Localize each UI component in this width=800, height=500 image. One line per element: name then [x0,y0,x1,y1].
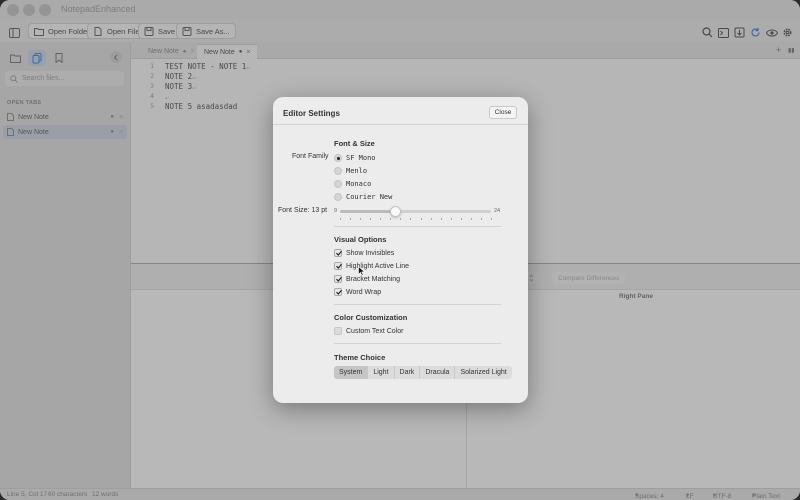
checkbox-checked[interactable] [334,288,342,296]
radio[interactable] [334,180,342,188]
divider [334,226,501,227]
checkmark-icon [336,250,342,256]
slider-fill [340,210,396,213]
font-option-label: Courier New [346,193,393,201]
mouse-cursor-icon [358,266,365,276]
word-wrap-checkbox[interactable]: Word Wrap [334,287,381,297]
slider-tick [360,218,362,220]
slider-tick [450,218,452,220]
slider-tick [480,218,482,220]
slider-tick [340,218,341,220]
font-option-label: Menlo [346,167,368,175]
show-invisibles-checkbox[interactable]: Show Invisibles [334,248,394,258]
slider-tick [420,218,422,220]
font-size-section-title: Font & Size [334,139,375,148]
radio[interactable] [334,193,342,201]
checkbox-checked[interactable] [334,275,342,283]
font-option-label: Monaco [346,180,372,188]
dialog-title: Editor Settings [283,109,340,118]
checkmark-icon [336,289,342,295]
font-size-label: Font Size: 13 pt [278,207,328,214]
theme-option-solarized-light[interactable]: Solarized Light [455,366,511,379]
radio-selected[interactable] [334,154,342,162]
slider-tick [460,218,462,220]
checkbox-label: Bracket Matching [346,275,401,283]
visual-options-section-title: Visual Options [334,235,387,244]
checkbox-label: Word Wrap [346,288,382,296]
color-customization-section-title: Color Customization [334,313,408,322]
checkbox-label: Show Invisibles [346,249,395,257]
font-size-slider[interactable] [340,206,492,220]
slider-tick [430,218,432,220]
font-option-monaco[interactable]: Monaco [334,179,371,189]
slider-tick [440,218,442,220]
font-option-label: SF Mono [346,154,376,162]
font-family-label: Font Family [292,153,329,160]
font-option-sf-mono[interactable]: SF Mono [334,153,376,163]
slider-tick [380,218,382,220]
slider-min-label: 9 [334,208,338,214]
checkbox-label: Custom Text Color [346,327,404,335]
divider [334,304,501,305]
slider-tick [470,218,472,220]
checkbox-checked[interactable] [334,262,342,270]
checkmark-icon [336,263,342,269]
close-button[interactable]: Close [489,106,517,119]
radio[interactable] [334,167,342,175]
editor-settings-dialog: Editor Settings Close Font & Size Font F… [273,97,528,403]
slider-tick [350,218,352,220]
slider-tick [491,218,492,220]
theme-option-system[interactable]: System [334,366,369,379]
slider-tick [370,218,372,220]
slider-tick [400,218,402,220]
slider-max-label: 24 [494,208,501,214]
theme-option-dark[interactable]: Dark [395,366,421,379]
divider [334,343,501,344]
checkbox-checked[interactable] [334,249,342,257]
theme-option-light[interactable]: Light [368,366,395,379]
font-option-courier-new[interactable]: Courier New [334,192,392,202]
checkmark-icon [336,276,342,282]
highlight-active-line-checkbox[interactable]: Highlight Active Line [334,261,409,271]
app-window: NotepadEnhanced Open Folder Open File Sa… [0,0,800,500]
theme-option-dracula[interactable]: Dracula [420,366,456,379]
divider [273,124,528,125]
font-option-menlo[interactable]: Menlo [334,166,367,176]
slider-tick [390,218,392,220]
slider-thumb[interactable] [390,206,402,217]
bracket-matching-checkbox[interactable]: Bracket Matching [334,274,400,284]
theme-segmented-control[interactable]: System Light Dark Dracula Solarized Ligh… [334,366,512,379]
custom-text-color-checkbox[interactable]: Custom Text Color [334,326,403,336]
slider-tick [410,218,412,220]
checkbox-label: Highlight Active Line [346,262,410,270]
checkbox-unchecked[interactable] [334,327,342,335]
theme-choice-section-title: Theme Choice [334,353,386,362]
